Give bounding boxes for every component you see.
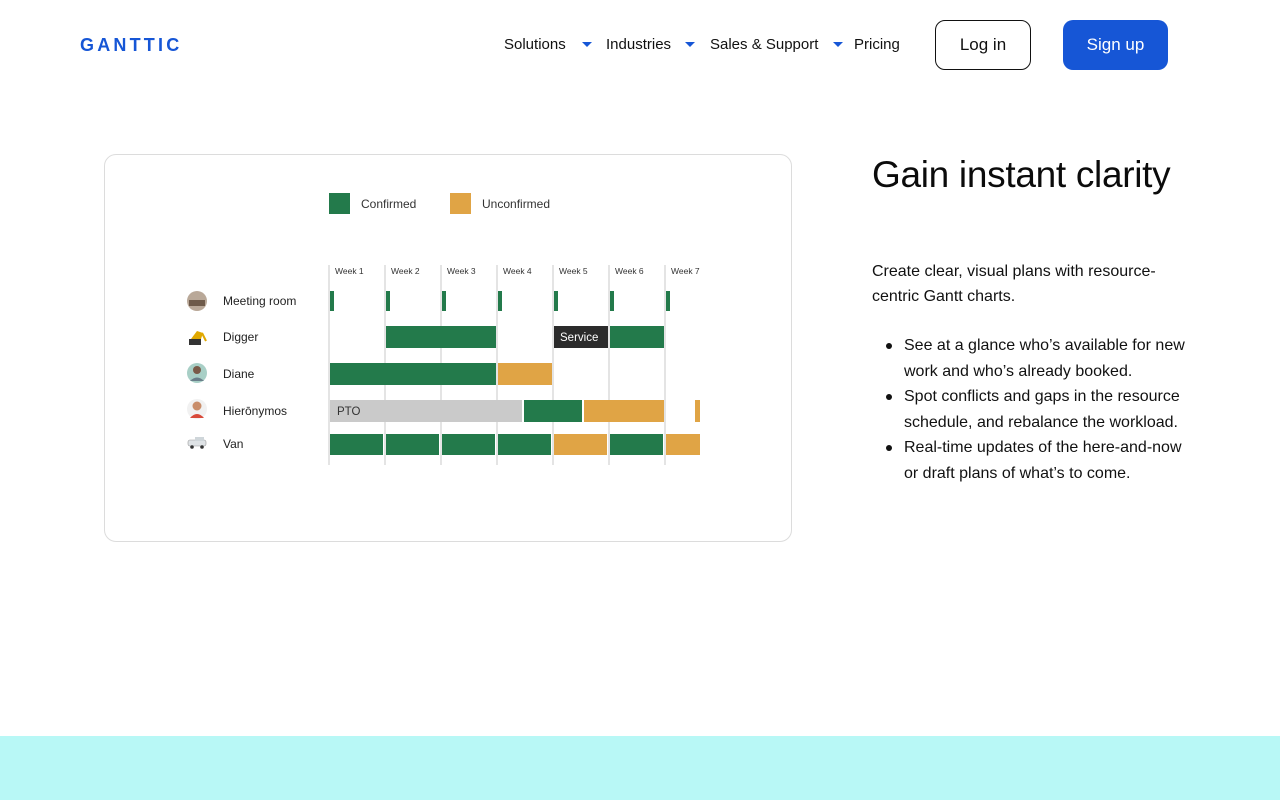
booking-bar-confirmed [610,291,614,311]
signup-button[interactable]: Sign up [1063,20,1168,70]
booking-bar-unconfirmed [695,400,700,422]
booking-bar-confirmed [386,291,390,311]
booking-bar-confirmed [442,291,446,311]
nav-sales-support[interactable]: Sales & Support [710,36,844,53]
legend-confirmed-label: Confirmed [361,197,416,211]
person-avatar [187,399,207,419]
section-headline: Gain instant clarity [872,154,1171,195]
booking-bar-confirmed [524,400,582,422]
booking-bar-unconfirmed [498,363,552,385]
booking-bar-confirmed [498,291,502,311]
booking-bar-confirmed [554,291,558,311]
resource-label: Digger [223,330,258,344]
section-intro: Create clear, visual plans with resource… [872,263,1156,305]
booking-bar-confirmed [330,291,334,311]
week-label: Week 1 [335,266,364,276]
logo-text: GANTTIC [80,35,182,55]
booking-bar-confirmed [386,434,439,455]
chevron-down-icon [581,42,592,47]
week-label: Week 6 [615,266,644,276]
van-avatar [187,437,207,449]
booking-bar-unconfirmed [584,400,664,422]
gantt-illustration-card: Confirmed Unconfirmed Week 1 Week 2 Week… [104,154,792,542]
nav-solutions[interactable]: Solutions [504,36,592,53]
week-label: Week 5 [559,266,588,276]
ganttic-logo[interactable]: GANTTIC [80,35,194,55]
nav-solutions-label: Solutions [504,36,566,53]
digger-avatar [189,331,207,345]
nav-sales-support-label: Sales & Support [710,36,819,53]
chevron-down-icon [833,42,844,47]
feature-bullet: See at a glance who’s available for new … [872,333,1192,384]
week-label: Week 3 [447,266,476,276]
week-label: Week 4 [503,266,532,276]
footer-band [0,736,1280,800]
resource-label: Meeting room [223,294,296,308]
person-avatar [187,363,207,383]
nav-industries-label: Industries [606,36,672,53]
booking-bar-confirmed [610,434,663,455]
booking-bar-confirmed [386,326,496,348]
booking-bar-confirmed [498,434,551,455]
login-button[interactable]: Log in [935,20,1031,70]
booking-bar-confirmed [442,434,495,455]
legend-unconfirmed-swatch [450,193,471,214]
nav-pricing[interactable]: Pricing [854,36,900,53]
gantt-chart-illustration: Confirmed Unconfirmed Week 1 Week 2 Week… [187,193,700,465]
booking-bar-confirmed [330,434,383,455]
week-label: Week 2 [391,266,420,276]
booking-bar-confirmed [330,363,496,385]
meeting-room-avatar [187,291,207,311]
week-label: Week 7 [671,266,700,276]
booking-bar-unconfirmed [666,434,700,455]
booking-bar-unconfirmed [554,434,607,455]
resource-label: Van [223,437,243,451]
service-bar-label: Service [560,332,598,344]
nav-pricing-label: Pricing [854,36,900,53]
feature-bullet: Spot conflicts and gaps in the resource … [872,384,1192,435]
resource-label: Diane [223,367,255,381]
legend-unconfirmed-label: Unconfirmed [482,197,550,211]
booking-bar-confirmed [666,291,670,311]
feature-bullet: Real-time updates of the here-and-now or… [872,435,1192,486]
feature-bullet-list: See at a glance who’s available for new … [872,333,1192,486]
chevron-down-icon [685,42,696,47]
resource-label: Hierōnymos [223,404,287,418]
pto-bar-label: PTO [337,406,360,418]
site-header: GANTTIC Solutions Industries Sales & Sup… [0,0,1280,92]
nav-industries[interactable]: Industries [606,36,696,53]
booking-bar-confirmed [610,326,664,348]
legend-confirmed-swatch [329,193,350,214]
